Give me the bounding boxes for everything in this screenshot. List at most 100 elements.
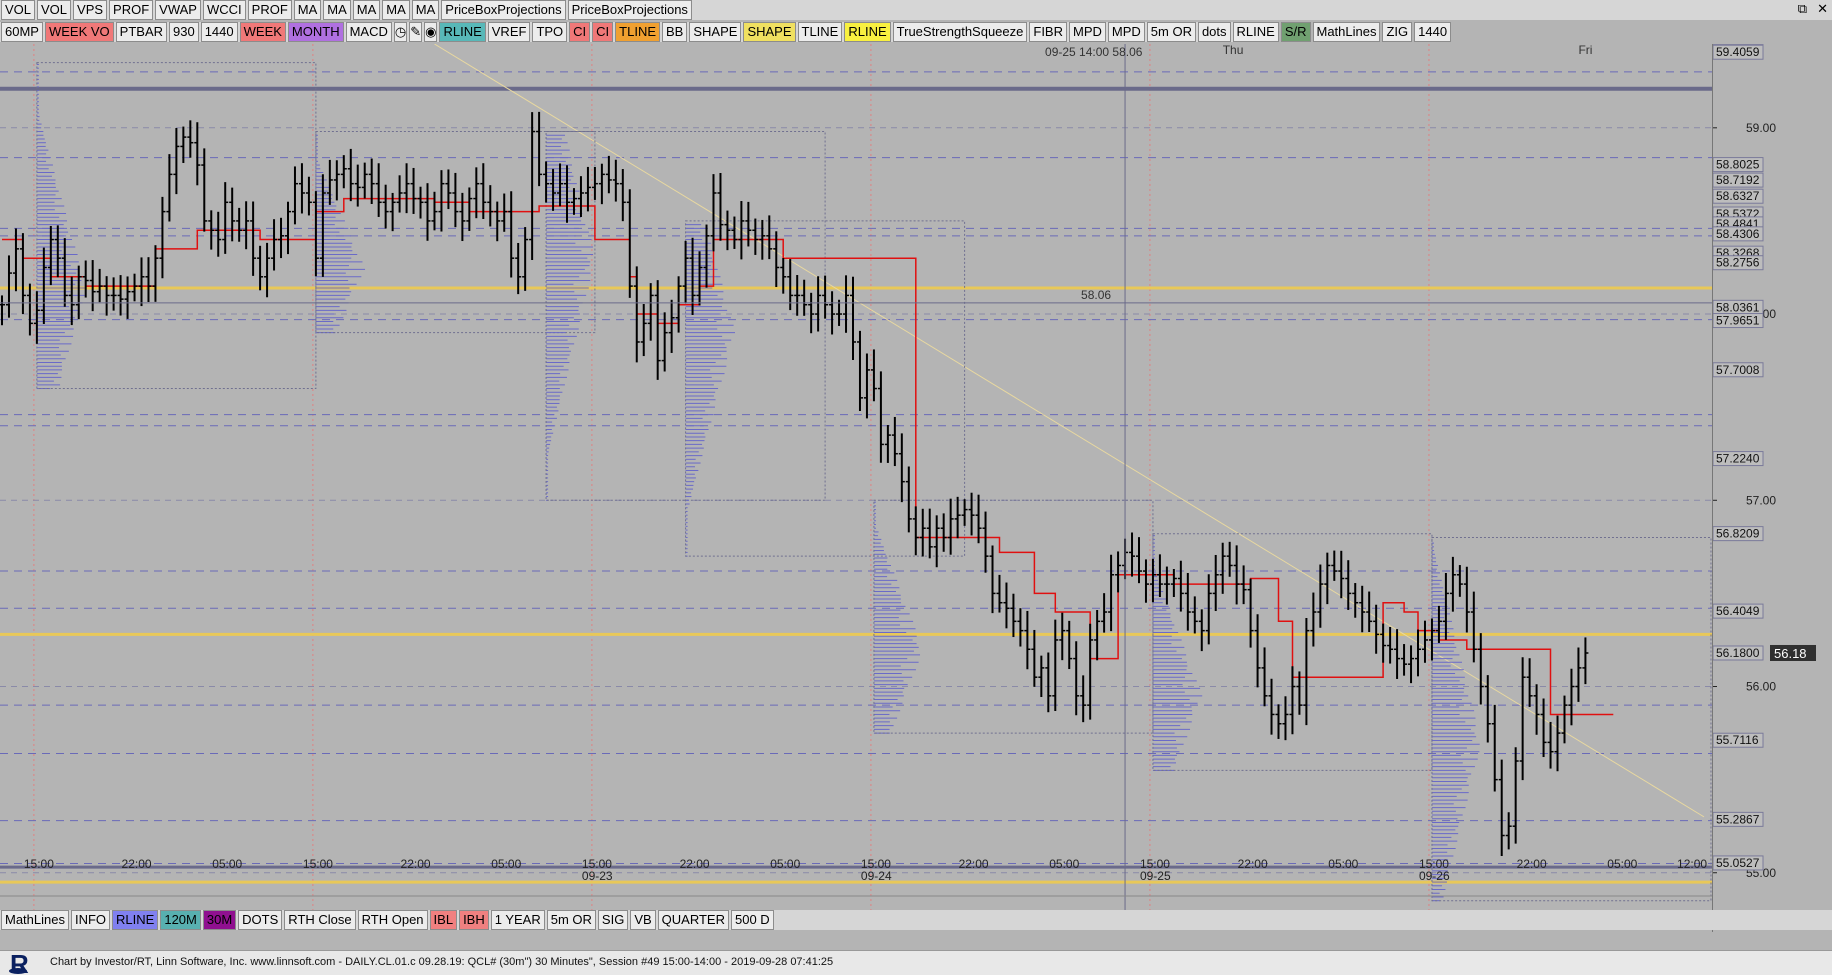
- bottom-sig-button[interactable]: SIG: [598, 910, 628, 930]
- x-tick-label: 12:00: [1677, 857, 1707, 871]
- main-1440-button[interactable]: 1440: [1414, 22, 1451, 42]
- main-5m-or-button[interactable]: 5m OR: [1147, 22, 1196, 42]
- x-date-label: 09-23: [582, 869, 613, 883]
- main-mpd-button[interactable]: MPD: [1108, 22, 1145, 42]
- bottom-dots-button[interactable]: DOTS: [238, 910, 282, 930]
- bottom-500-d-button[interactable]: 500 D: [731, 910, 774, 930]
- x-tick-label: 05:00: [770, 857, 800, 871]
- globe-icon[interactable]: ◉: [424, 22, 437, 42]
- footer-info-text: Chart by Investor/RT, Linn Software, Inc…: [50, 956, 833, 968]
- main-rline-button[interactable]: RLINE: [844, 22, 890, 42]
- price-level-label: 55.7116: [1716, 733, 1759, 747]
- bottom-rline-button[interactable]: RLINE: [112, 910, 158, 930]
- bottom-120m-button[interactable]: 120M: [160, 910, 201, 930]
- main-fibr-button[interactable]: FIBR: [1029, 22, 1067, 42]
- bottom-quarter-button[interactable]: QUARTER: [658, 910, 729, 930]
- main-truestrengthsqueeze-button[interactable]: TrueStrengthSqueeze: [893, 22, 1028, 42]
- main-rline-button[interactable]: RLINE: [1233, 22, 1279, 42]
- main-week-vo-button[interactable]: WEEK VO: [45, 22, 114, 42]
- main-ci-button[interactable]: CI: [592, 22, 613, 42]
- window-controls: ⧉ ✕: [1798, 1, 1828, 17]
- x-tick-label: 22:00: [1517, 857, 1547, 871]
- bottom-ibl-button[interactable]: IBL: [430, 910, 458, 930]
- y-tick-label: 59.00: [1746, 121, 1776, 135]
- x-date-label: 09-25: [1140, 869, 1171, 883]
- top-ma-button[interactable]: MA: [382, 0, 410, 20]
- top-vwap-button[interactable]: VWAP: [155, 0, 201, 20]
- top-vol-button[interactable]: VOL: [37, 0, 71, 20]
- x-date-label: 09-24: [861, 869, 892, 883]
- y-tick-label: 57.00: [1746, 493, 1776, 507]
- main-tline-button[interactable]: TLINE: [615, 22, 660, 42]
- top-ma-button[interactable]: MA: [412, 0, 440, 20]
- bottom-rth-open-button[interactable]: RTH Open: [358, 910, 428, 930]
- x-tick-label: 05:00: [1607, 857, 1637, 871]
- pencil-icon[interactable]: ✎: [409, 22, 422, 42]
- top-prof-button[interactable]: PROF: [248, 0, 292, 20]
- price-level-label: 58.0361: [1716, 300, 1760, 314]
- close-icon[interactable]: ✕: [1817, 1, 1828, 17]
- price-chart[interactable]: 09-25 14:00 58.0658.06ThuFri59.0058.0057…: [0, 44, 1832, 910]
- top-vps-button[interactable]: VPS: [73, 0, 107, 20]
- top-priceboxprojections-button[interactable]: PriceBoxProjections: [568, 0, 692, 20]
- top-vol-button[interactable]: VOL: [1, 0, 35, 20]
- main-tline-button[interactable]: TLINE: [798, 22, 843, 42]
- main-dots-button[interactable]: dots: [1198, 22, 1231, 42]
- top-ma-button[interactable]: MA: [323, 0, 351, 20]
- main-60mp-button[interactable]: 60MP: [1, 22, 43, 42]
- price-level-label: 55.2867: [1716, 812, 1760, 826]
- price-level-label: 58.4306: [1716, 227, 1760, 241]
- top-priceboxprojections-button[interactable]: PriceBoxProjections: [441, 0, 565, 20]
- main-macd-button[interactable]: MACD: [346, 22, 392, 42]
- main-bb-button[interactable]: BB: [662, 22, 687, 42]
- main-930-button[interactable]: 930: [169, 22, 199, 42]
- main-1440-button[interactable]: 1440: [201, 22, 238, 42]
- main-week-button[interactable]: WEEK: [240, 22, 286, 42]
- main-month-button[interactable]: MONTH: [288, 22, 344, 42]
- x-tick-label: 15:00: [24, 857, 54, 871]
- x-tick-label: 15:00: [303, 857, 333, 871]
- bottom-30m-button[interactable]: 30M: [203, 910, 236, 930]
- clock-icon[interactable]: ◷: [394, 22, 407, 42]
- main-zig-button[interactable]: ZIG: [1382, 22, 1412, 42]
- restore-icon[interactable]: ⧉: [1798, 1, 1807, 17]
- price-axis-separator: [1712, 44, 1713, 932]
- bottom-1-year-button[interactable]: 1 YEAR: [491, 910, 545, 930]
- indicator-toolbar-main: 60MPWEEK VOPTBAR9301440WEEKMONTHMACD◷✎◉R…: [0, 22, 1251, 42]
- top-wcci-button[interactable]: WCCI: [203, 0, 246, 20]
- x-tick-label: 22:00: [959, 857, 989, 871]
- top-prof-button[interactable]: PROF: [109, 0, 153, 20]
- main-ptbar-button[interactable]: PTBAR: [116, 22, 167, 42]
- main-ci-button[interactable]: CI: [569, 22, 590, 42]
- investor-rt-logo-icon: R: [4, 951, 44, 975]
- top-ma-button[interactable]: MA: [294, 0, 322, 20]
- price-level-label: 57.7008: [1716, 363, 1760, 377]
- y-tick-label: 56.00: [1746, 680, 1776, 694]
- bottom-rth-close-button[interactable]: RTH Close: [284, 910, 355, 930]
- top-ma-button[interactable]: MA: [353, 0, 381, 20]
- main-shape-button[interactable]: SHAPE: [743, 22, 795, 42]
- x-tick-label: 05:00: [212, 857, 242, 871]
- main-shape-button[interactable]: SHAPE: [689, 22, 741, 42]
- bottom-info-button[interactable]: INFO: [71, 910, 110, 930]
- footer-session: 09.28.19: QCL# (30m") 30 Minutes", Sessi…: [419, 956, 833, 968]
- main-vref-button[interactable]: VREF: [488, 22, 531, 42]
- bottom-vb-button[interactable]: VB: [630, 910, 655, 930]
- x-tick-label: 22:00: [122, 857, 152, 871]
- main-s-r-button[interactable]: S/R: [1281, 22, 1311, 42]
- price-level-label: 55.0527: [1716, 856, 1760, 870]
- main-mpd-button[interactable]: MPD: [1069, 22, 1106, 42]
- main-tpo-button[interactable]: TPO: [532, 22, 567, 42]
- crosshair-time-label: 09-25 14:00 58.06: [1045, 45, 1143, 59]
- bottom-mathlines-button[interactable]: MathLines: [1, 910, 69, 930]
- price-level-label: 56.4049: [1716, 604, 1760, 618]
- price-level-label: 56.1800: [1716, 646, 1760, 660]
- main-mathlines-button[interactable]: MathLines: [1313, 22, 1381, 42]
- bottom-ibh-button[interactable]: IBH: [459, 910, 489, 930]
- day-label: Thu: [1223, 44, 1244, 57]
- price-level-label: 58.2756: [1716, 256, 1760, 270]
- main-rline-button[interactable]: RLINE: [439, 22, 485, 42]
- current-price-label: 56.18: [1774, 646, 1807, 661]
- bottom-5m-or-button[interactable]: 5m OR: [547, 910, 596, 930]
- x-tick-label: 22:00: [680, 857, 710, 871]
